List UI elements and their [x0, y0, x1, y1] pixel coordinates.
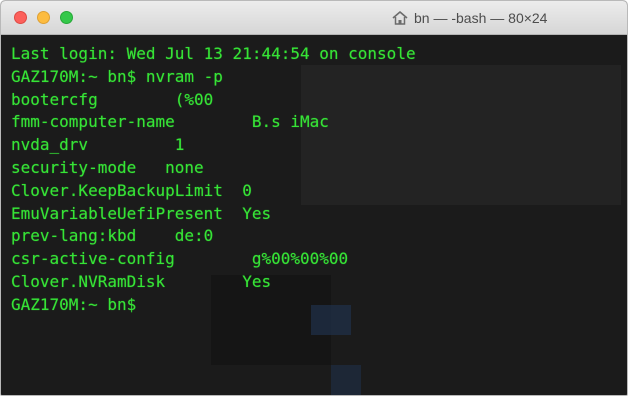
home-icon [391, 10, 409, 26]
terminal-line: EmuVariableUefiPresent Yes [11, 203, 272, 223]
terminal-line: prev-lang:kbd de:0 [11, 226, 214, 246]
close-button[interactable] [14, 11, 27, 24]
window-title: bn — -bash — 80×24 [391, 9, 547, 27]
terminal-line: Clover.KeepBackupLimit 0 [11, 180, 252, 200]
terminal-line: csr-active-config g%00%00%00 [11, 249, 349, 269]
terminal-line: fmm-computer-name B.s iMac [11, 112, 329, 132]
terminal-output[interactable]: Last login: Wed Jul 13 21:44:54 on conso… [1, 35, 627, 395]
zoom-button[interactable] [60, 11, 73, 24]
terminal-line: Last login: Wed Jul 13 21:44:54 on conso… [11, 44, 416, 63]
terminal-line: security-mode none [11, 157, 204, 177]
terminal-line: Clover.NVRamDisk Yes [11, 271, 272, 291]
background-window-ghost [331, 365, 361, 395]
window-title-text: bn — -bash — 80×24 [414, 10, 548, 26]
minimize-button[interactable] [37, 11, 50, 24]
terminal-prompt[interactable]: GAZ170M:~ bn$ [11, 294, 416, 317]
terminal-window: bn — -bash — 80×24 Last login: Wed Jul 1… [0, 0, 628, 396]
title-bar[interactable]: bn — -bash — 80×24 [1, 1, 627, 35]
terminal-line: bootercfg (%00 [11, 89, 214, 109]
prompt-text: GAZ170M:~ bn$ [11, 294, 137, 314]
terminal-lines: Last login: Wed Jul 13 21:44:54 on conso… [11, 43, 416, 317]
terminal-line: GAZ170M:~ bn$ nvram -p [11, 66, 223, 86]
terminal-line: nvda_drv 1 [11, 135, 185, 155]
